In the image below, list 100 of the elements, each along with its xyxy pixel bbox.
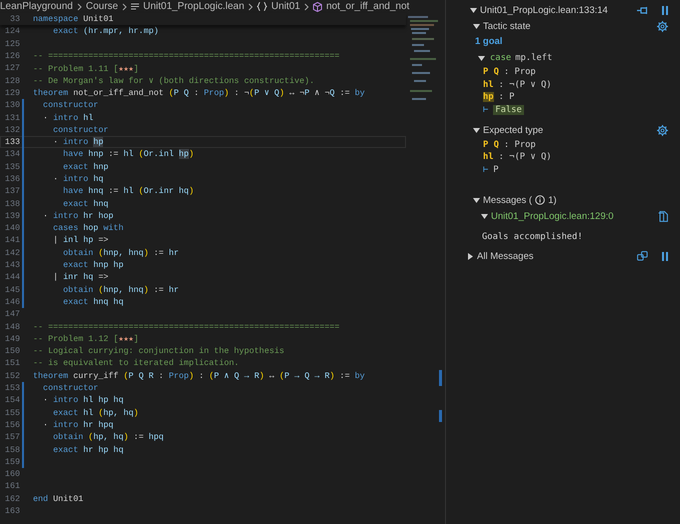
hypothesis-type: : Prop [504, 140, 536, 150]
line-number: 136 [4, 174, 20, 184]
settings-icon[interactable] [657, 124, 668, 136]
code-line: obtain (hnp, hnq) := hr [62, 248, 179, 258]
line-number: 151 [4, 358, 20, 368]
turnstile: ⊢ [483, 164, 488, 175]
line-number: 138 [4, 198, 20, 209]
line-number: 140 [4, 223, 20, 234]
section-title[interactable]: Expected type [483, 124, 544, 136]
section-title[interactable]: All Messages [477, 250, 534, 262]
line-number: 128 [4, 76, 20, 86]
hypothesis-name[interactable]: hl [483, 80, 494, 90]
line-number: 146 [4, 296, 20, 307]
code-line: · intro hp [52, 137, 104, 148]
code-line: have hnp := hl (Or.inl hp) [62, 149, 194, 160]
line-number: 162 [4, 494, 20, 504]
braces-icon [257, 2, 268, 11]
hypothesis-type: : P [498, 92, 514, 102]
expand-triangle-icon[interactable] [478, 54, 485, 62]
copy-icon[interactable] [658, 210, 668, 222]
code-line: cases hop with [52, 223, 124, 234]
section-title[interactable]: Messages ( [483, 194, 532, 206]
pause-icon[interactable] [662, 6, 668, 14]
link-icon[interactable] [637, 251, 648, 262]
line-number: 134 [4, 149, 20, 160]
section-title[interactable]: Tactic state [483, 20, 531, 32]
breadcrumb-item[interactable]: not_or_iff_and_not [326, 1, 410, 12]
chevron-icon [76, 2, 82, 10]
line-number: 154 [4, 395, 20, 406]
settings-icon[interactable] [657, 20, 668, 32]
expand-triangle-icon[interactable] [473, 22, 480, 30]
code-line: -- ========================================================== [33, 51, 340, 62]
line-number: 131 [4, 112, 20, 123]
chevron-icon [304, 2, 310, 10]
line-number: 145 [4, 284, 20, 295]
breadcrumb-item[interactable]: Unit01 [271, 1, 300, 12]
code-line: · intro hr hpq [42, 420, 114, 430]
hypothesis-name[interactable]: P Q [483, 140, 499, 150]
pause-icon[interactable] [662, 252, 668, 261]
hypothesis-name[interactable]: hl [483, 152, 494, 162]
chevron-icon [122, 2, 128, 10]
message-location-link[interactable]: Unit01_PropLogic.lean:129:0 [491, 210, 614, 222]
pin-icon[interactable] [637, 6, 648, 14]
hypothesis-name[interactable]: hp [483, 92, 494, 102]
line-number: 144 [4, 272, 20, 282]
hypothesis-name[interactable]: P Q [483, 67, 499, 78]
code-line: -- Problem 1.12 [★★★] [33, 333, 139, 344]
line-number: 129 [4, 88, 20, 98]
line-number: 137 [4, 186, 20, 196]
line-number: 159 [4, 456, 20, 467]
expand-triangle-icon[interactable] [467, 252, 474, 260]
line-number: 155 [4, 408, 20, 418]
line-number: 160 [4, 469, 20, 480]
code-line: theorem not_or_iff_and_not (P Q : Prop) : ¬(P ∨ Q) ↔ ¬P ∧ ¬Q := by [33, 87, 365, 98]
line-number: 125 [4, 38, 20, 49]
expand-triangle-icon[interactable] [481, 212, 488, 220]
case-name: mp.left [515, 53, 552, 63]
code-line: | inr hq => [52, 272, 108, 282]
code-line: -- Problem 1.11 [★★★] [33, 62, 139, 74]
code-line: exact (hr.mpr, hr.mp) [52, 26, 159, 36]
hypothesis-type: : Prop [504, 67, 536, 78]
code-line: constructor [42, 383, 98, 394]
code-line: constructor [52, 124, 108, 135]
code-line: · intro hq [52, 174, 104, 184]
breadcrumb-item[interactable]: Unit01_PropLogic.lean [143, 1, 244, 12]
expand-triangle-icon[interactable] [473, 126, 480, 134]
line-number: 163 [4, 506, 20, 516]
line-number: 157 [4, 432, 20, 442]
code-line: exact hnq hq [62, 296, 124, 307]
line-number: 33 [8, 14, 20, 24]
code-line: exact hnq [62, 198, 108, 209]
location-title[interactable]: Unit01_PropLogic.lean:133:14 [480, 4, 608, 16]
line-number: 153 [4, 383, 20, 394]
line-number: 150 [4, 346, 20, 356]
code-line: end Unit01 [33, 494, 84, 504]
hypothesis-type: : ¬(P ∨ Q) [498, 152, 552, 162]
file-lines-icon [131, 2, 140, 10]
turnstile: ⊢ [483, 105, 488, 116]
line-number: 161 [4, 481, 20, 492]
breadcrumb-item[interactable]: LeanPlayground [0, 1, 73, 12]
expand-triangle-icon[interactable] [473, 196, 480, 204]
code-line: -- ========================================================== [33, 322, 340, 332]
breadcrumb-item[interactable]: Course [86, 1, 118, 12]
line-number: 152 [4, 370, 20, 381]
code-line: · intro hr hop [42, 210, 114, 221]
line-number: 148 [4, 322, 20, 332]
line-number: 158 [4, 444, 20, 455]
code-line: · intro hl [42, 112, 94, 123]
goal-type: P [493, 164, 499, 175]
code-line: exact hnp [62, 162, 108, 172]
line-number: 139 [4, 210, 20, 221]
line-number: 130 [4, 100, 20, 110]
line-number: 127 [4, 63, 20, 74]
code-line: -- is equivalent to iterated implication. [33, 358, 240, 368]
message-count: 1) [548, 194, 557, 206]
line-number: 135 [4, 162, 20, 172]
message-text: Goals accomplished! [481, 231, 584, 244]
expand-triangle-icon[interactable] [470, 6, 477, 14]
code-line: obtain (hp, hq) := hpq [52, 432, 164, 442]
code-line: -- Logical currying: conjunction in the hypothesis [33, 346, 284, 356]
